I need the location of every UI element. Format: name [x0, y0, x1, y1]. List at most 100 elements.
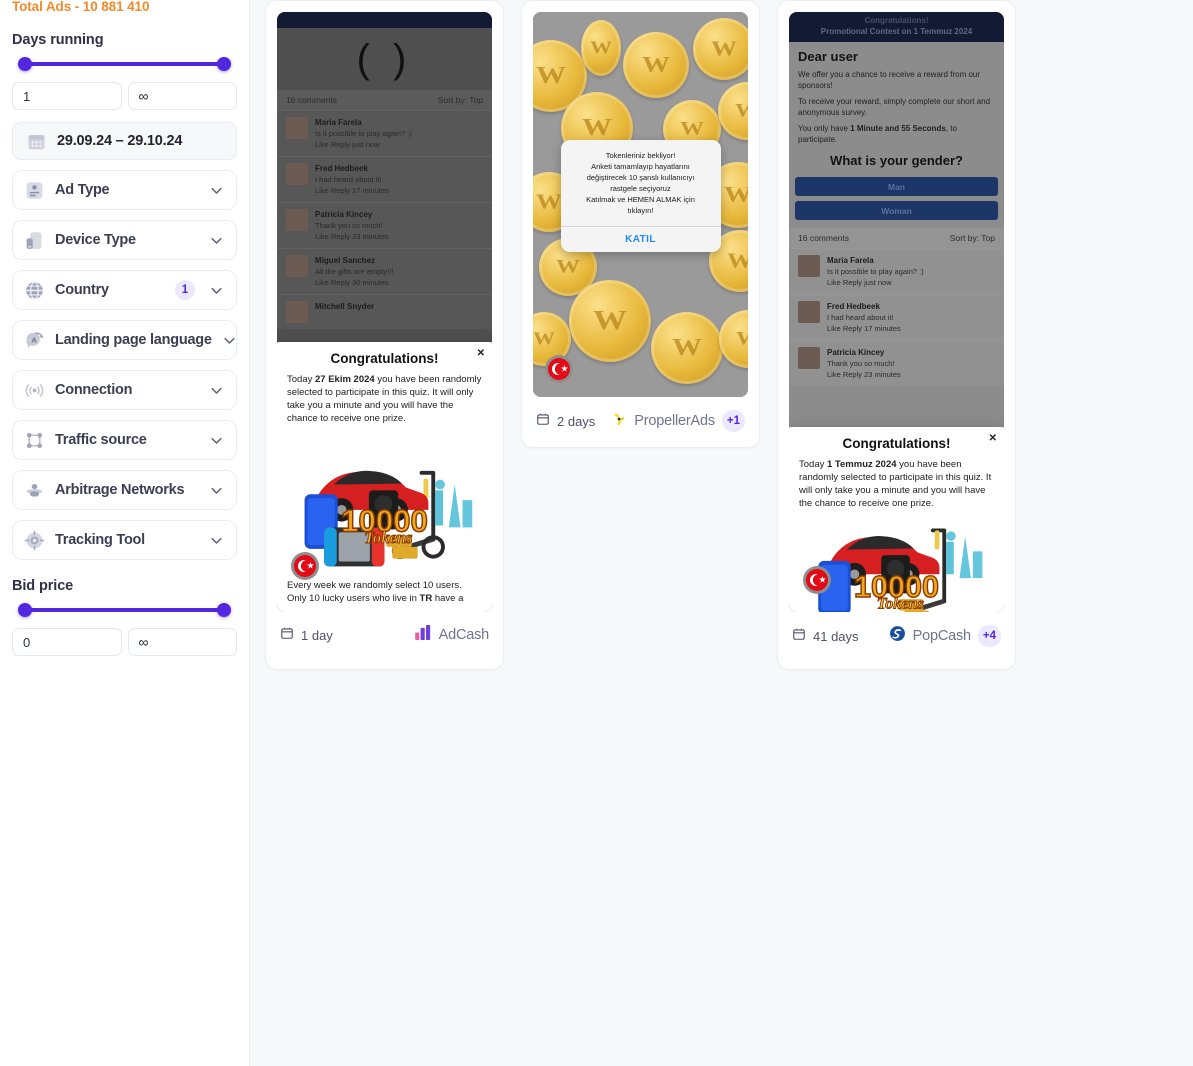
comment-author: Fred Hedbeek: [827, 302, 880, 311]
ad-card[interactable]: W W W W W W W W W W W W W W W: [521, 0, 760, 448]
svg-text:Tokens: Tokens: [877, 595, 924, 612]
ad-creative-preview[interactable]: ( ) 16 comments Sort by: Top Maria Farel…: [277, 12, 492, 612]
comment-item: Mitchell Snyder: [277, 294, 492, 329]
comment-item: Fred Hedbeek I had heard about it! Like …: [789, 294, 1004, 340]
bid-price-max-input[interactable]: ∞: [127, 628, 237, 656]
filter-ad-type[interactable]: Ad Type: [12, 170, 237, 210]
bid-price-title: Bid price: [12, 578, 74, 594]
ads-card-grid: ( ) 16 comments Sort by: Top Maria Farel…: [265, 0, 1193, 670]
filter-country[interactable]: Country 1: [12, 270, 237, 310]
total-ads-label: Total Ads - 10 881 410: [12, 0, 150, 14]
comments-header-row: 16 comments Sort by: Top: [277, 90, 492, 110]
avatar: [286, 117, 308, 139]
translate-icon: A A: [24, 330, 45, 351]
avatar: [286, 255, 308, 277]
ad-network-name[interactable]: PropellerAds: [634, 413, 715, 429]
comment-text: Is it possible to play again? :): [827, 267, 924, 276]
popup-body: Today 27 Ekim 2024 you have been randoml…: [287, 374, 482, 424]
comment-meta: Like Reply 30 minutes: [315, 278, 389, 287]
close-icon[interactable]: ✕: [477, 348, 485, 359]
ad-card-footer: 1 day AdCash: [277, 625, 492, 645]
chevron-down-icon: [209, 483, 224, 498]
dialog-text: Tokenleriniz bekliyor! Anketi tamamlayıp…: [586, 151, 695, 215]
filter-connection[interactable]: Connection: [12, 370, 237, 410]
days-running-title: Days running: [12, 32, 104, 48]
filter-tracking-tool[interactable]: Tracking Tool: [12, 520, 237, 560]
ad-creative-preview[interactable]: Congratulations! Promotional Contest on …: [789, 12, 1004, 612]
filter-traffic-source[interactable]: Traffic source: [12, 420, 237, 460]
turkey-flag-icon: [803, 566, 831, 594]
survey-question: What is your gender?: [830, 153, 963, 168]
comment-item: Maria Farela Is it possible to play agai…: [277, 110, 492, 156]
chevron-down-icon: [222, 333, 237, 348]
comment-author: Fred Hedbeek: [315, 164, 368, 173]
creative-emoji: ( ): [356, 36, 413, 81]
slider-knob-max[interactable]: [217, 57, 231, 71]
comment-item: Fred Hedbeek I had heard about it! Like …: [277, 156, 492, 202]
avatar: [798, 255, 820, 277]
ad-creative-preview[interactable]: W W W W W W W W W W W W W W W: [533, 12, 748, 397]
prize-collage-image: 10000 Tokens: [287, 432, 482, 577]
prize-collage-image: 10000 Tokens: [799, 517, 994, 612]
comments-header-row: 16 comments Sort by: Top: [789, 228, 1004, 248]
days-running-slider[interactable]: [12, 54, 237, 74]
promo-banner-title: Congratulations!: [864, 16, 929, 25]
bid-price-min-input[interactable]: 0: [12, 628, 122, 656]
slider-knob-max[interactable]: [217, 603, 231, 617]
comment-meta: Like Reply 17 minutes: [315, 186, 389, 195]
calendar-icon: [792, 627, 806, 646]
filter-label: Ad Type: [55, 182, 110, 198]
ad-type-icon: [24, 180, 45, 201]
extra-networks-badge[interactable]: +1: [721, 410, 745, 432]
days-running-inputs: 1 ∞: [12, 82, 237, 110]
traffic-source-icon: [24, 430, 45, 451]
filter-label: Traffic source: [55, 432, 147, 448]
tracking-tool-icon: [24, 530, 45, 551]
slider-knob-min[interactable]: [18, 57, 32, 71]
close-icon[interactable]: ✕: [989, 433, 997, 444]
ad-days-running: 41 days: [813, 628, 859, 644]
popup-body: Today 1 Temmuz 2024 you have been random…: [799, 459, 992, 509]
date-range-button[interactable]: 29.09.24 – 29.10.24: [12, 122, 237, 160]
filter-device-type[interactable]: Device Type: [12, 220, 237, 260]
ad-card[interactable]: Congratulations! Promotional Contest on …: [777, 0, 1016, 670]
filter-label: Connection: [55, 382, 133, 398]
connection-icon: [24, 380, 45, 401]
slider-knob-min[interactable]: [18, 603, 32, 617]
ad-days-running: 2 days: [557, 413, 596, 429]
extra-networks-badge[interactable]: +4: [977, 625, 1001, 647]
comment-meta: Like Reply just now: [315, 140, 380, 149]
survey-option-woman[interactable]: Woman: [795, 201, 998, 220]
chevron-down-icon: [209, 283, 224, 298]
bid-price-slider[interactable]: [12, 600, 237, 620]
survey-heading: Dear user: [798, 49, 858, 64]
chevron-down-icon: [209, 383, 224, 398]
survey-option-man[interactable]: Man: [795, 177, 998, 196]
ad-card[interactable]: ( ) 16 comments Sort by: Top Maria Farel…: [265, 0, 504, 670]
comment-item: Miguel Sanchez All the gifts are empty!!…: [277, 248, 492, 294]
days-running-min-input[interactable]: 1: [12, 82, 122, 110]
ad-network-name[interactable]: PopCash: [913, 628, 971, 644]
popcash-icon: [889, 625, 906, 647]
filter-landing-page-language[interactable]: A A Landing page language: [12, 320, 237, 360]
arbitrage-networks-icon: [24, 480, 45, 501]
comment-text: I had heard about it!: [827, 313, 894, 322]
ad-days-running: 1 day: [301, 627, 333, 643]
promo-banner: Congratulations! Promotional Contest on …: [789, 12, 1004, 42]
comment-item: Patricia Kincey Thank you so much! Like …: [277, 202, 492, 248]
days-running-max-input[interactable]: ∞: [127, 82, 237, 110]
comment-author: Miguel Sanchez: [315, 256, 376, 265]
dialog-cta-button[interactable]: KATIL: [560, 226, 721, 252]
filters-sidebar: Total Ads - 10 881 410 Days running 1 ∞: [0, 0, 250, 1066]
promo-banner-subtitle: Promotional Contest on 1 Temmuz 2024: [820, 27, 973, 36]
filter-label: Device Type: [55, 232, 136, 248]
slider-track: [25, 608, 224, 612]
filter-arbitrage-networks[interactable]: Arbitrage Networks: [12, 470, 237, 510]
comment-meta: Like Reply 17 minutes: [827, 324, 901, 333]
chevron-down-icon: [209, 183, 224, 198]
filter-label: Arbitrage Networks: [55, 482, 185, 498]
comments-count: 16 comments: [286, 95, 338, 105]
creative-dialog[interactable]: Tokenleriniz bekliyor! Anketi tamamlayıp…: [560, 140, 721, 252]
ad-network-name[interactable]: AdCash: [439, 627, 490, 643]
comment-item: Patricia Kincey Thank you so much! Like …: [789, 340, 1004, 386]
